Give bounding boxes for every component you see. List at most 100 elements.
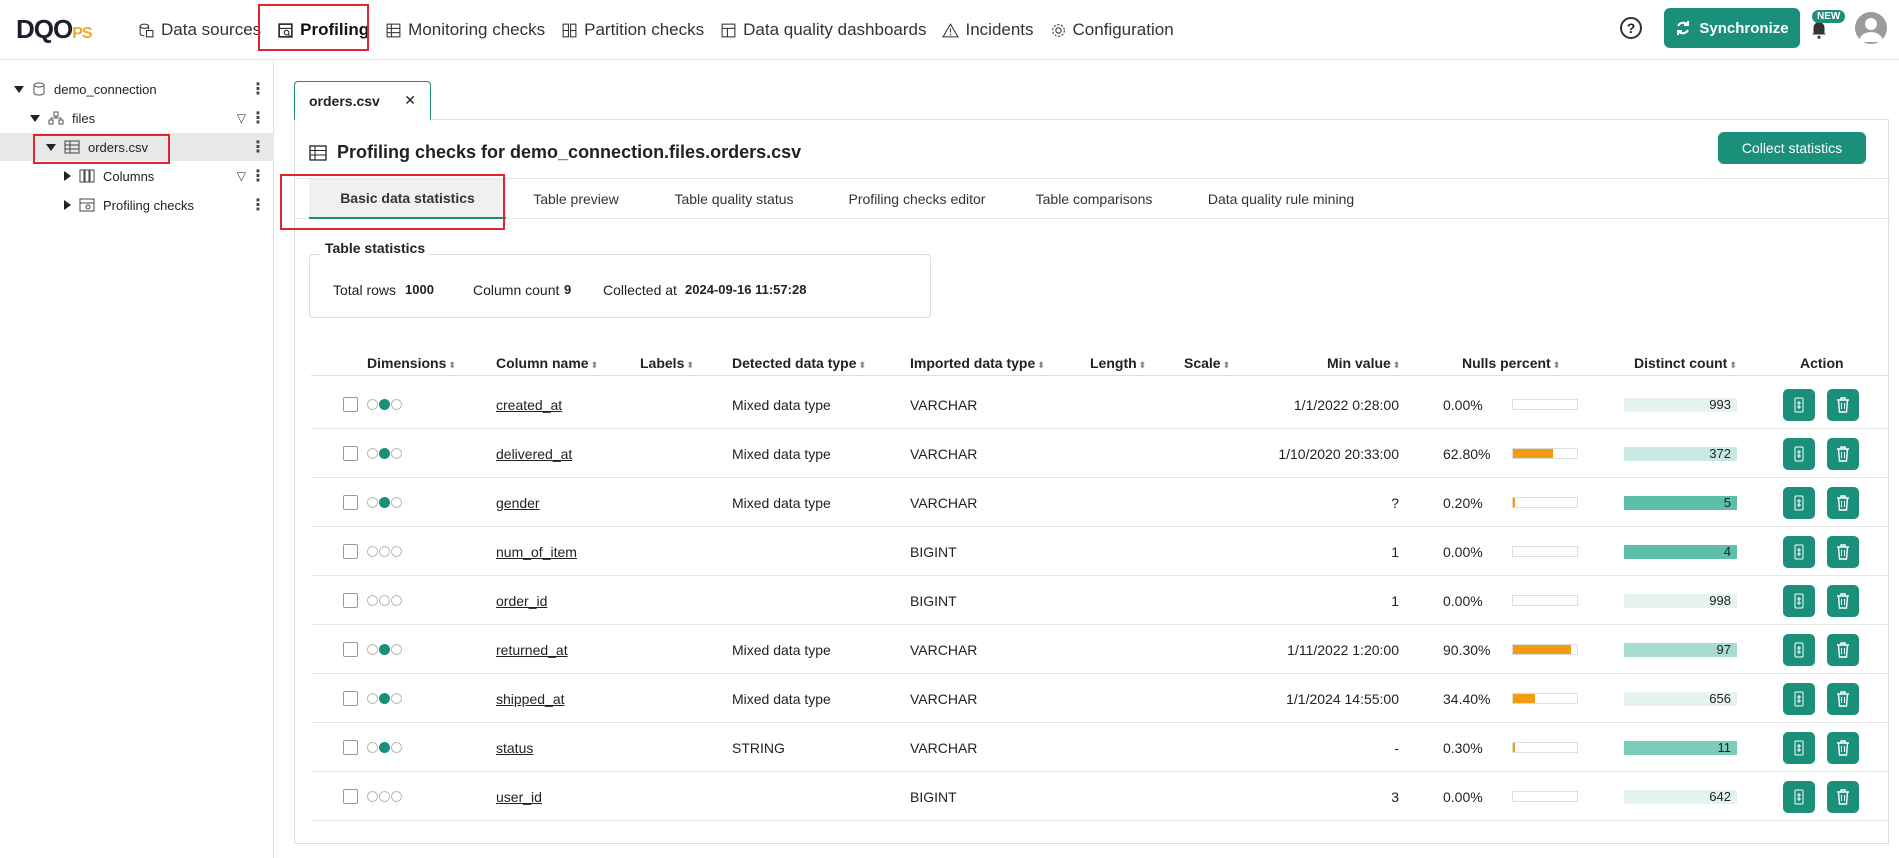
delete-column-button[interactable] bbox=[1827, 437, 1859, 470]
col-header-distinct-count[interactable]: Distinct count ⬍ bbox=[1634, 355, 1737, 371]
row-checkbox[interactable] bbox=[343, 625, 358, 674]
dimensions-indicator bbox=[367, 478, 403, 527]
nav-monitoring-checks[interactable]: Monitoring checks bbox=[377, 6, 553, 54]
tab-table-comparisons[interactable]: Table comparisons bbox=[1012, 179, 1176, 219]
dimension-dot bbox=[379, 791, 390, 802]
kebab-icon[interactable]: ⋮ bbox=[250, 137, 266, 157]
trash-icon bbox=[1837, 690, 1849, 707]
column-name-link[interactable]: delivered_at bbox=[496, 446, 572, 462]
row-checkbox[interactable] bbox=[343, 576, 358, 625]
row-checkbox[interactable] bbox=[343, 478, 358, 527]
edit-column-checks-button[interactable] bbox=[1783, 486, 1815, 519]
nav-data-sources[interactable]: Data sources bbox=[130, 6, 269, 54]
column-name-link[interactable]: created_at bbox=[496, 397, 562, 413]
distinct-count: 642 bbox=[1624, 772, 1737, 821]
edit-column-checks-button[interactable] bbox=[1783, 682, 1815, 715]
column-name-link[interactable]: gender bbox=[496, 495, 540, 511]
edit-column-checks-button[interactable] bbox=[1783, 437, 1815, 470]
checks-icon bbox=[1794, 544, 1804, 559]
nav-incidents[interactable]: Incidents bbox=[934, 6, 1041, 54]
edit-column-checks-button[interactable] bbox=[1783, 535, 1815, 568]
checks-icon bbox=[1794, 446, 1804, 461]
column-name-link[interactable]: status bbox=[496, 740, 533, 756]
expand-icon[interactable] bbox=[64, 171, 71, 181]
tab-profiling-checks-editor[interactable]: Profiling checks editor bbox=[822, 179, 1012, 219]
tree-item-schema[interactable]: files ▽ ⋮ bbox=[0, 104, 274, 132]
tab-data-quality-rule-mining[interactable]: Data quality rule mining bbox=[1176, 179, 1386, 219]
avatar[interactable] bbox=[1855, 12, 1887, 44]
collect-statistics-button[interactable]: Collect statistics bbox=[1718, 132, 1866, 164]
expand-icon[interactable] bbox=[14, 85, 24, 93]
table-row: user_id BIGINT 3 0.00% 642 bbox=[311, 772, 1889, 821]
tree-item-columns[interactable]: Columns ▽ ⋮ bbox=[0, 162, 274, 190]
row-checkbox[interactable] bbox=[343, 772, 358, 821]
column-name-link[interactable]: shipped_at bbox=[496, 691, 565, 707]
col-header-column-name[interactable]: Column name ⬍ bbox=[496, 355, 598, 371]
col-header-scale[interactable]: Scale ⬍ bbox=[1184, 355, 1230, 371]
delete-column-button[interactable] bbox=[1827, 731, 1859, 764]
row-checkbox[interactable] bbox=[343, 674, 358, 723]
table-row: num_of_item BIGINT 1 0.00% 4 bbox=[311, 527, 1889, 576]
col-header-nulls-percent[interactable]: Nulls percent ⬍ bbox=[1462, 355, 1560, 371]
dimension-dot bbox=[367, 742, 378, 753]
tree-item-profiling-checks[interactable]: Profiling checks ⋮ bbox=[0, 191, 274, 219]
column-name-link[interactable]: order_id bbox=[496, 593, 547, 609]
synchronize-button[interactable]: Synchronize bbox=[1664, 8, 1800, 48]
row-checkbox[interactable] bbox=[343, 723, 358, 772]
col-header-length[interactable]: Length ⬍ bbox=[1090, 355, 1146, 371]
close-icon[interactable]: ✕ bbox=[404, 92, 416, 109]
kebab-icon[interactable]: ⋮ bbox=[250, 79, 266, 99]
dimension-dot bbox=[379, 693, 390, 704]
checks-icon bbox=[1794, 495, 1804, 510]
trash-icon bbox=[1837, 396, 1849, 413]
edit-column-checks-button[interactable] bbox=[1783, 388, 1815, 421]
delete-column-button[interactable] bbox=[1827, 780, 1859, 813]
delete-column-button[interactable] bbox=[1827, 486, 1859, 519]
filter-icon[interactable]: ▽ bbox=[237, 169, 246, 183]
col-header-dimensions[interactable]: Dimensions ⬍ bbox=[367, 355, 456, 371]
delete-column-button[interactable] bbox=[1827, 682, 1859, 715]
expand-icon[interactable] bbox=[30, 114, 40, 122]
kebab-icon[interactable]: ⋮ bbox=[250, 108, 266, 128]
dqops-logo[interactable]: DQOPS bbox=[16, 14, 93, 45]
nav-configuration[interactable]: Configuration bbox=[1042, 6, 1182, 54]
nav-label: Configuration bbox=[1072, 20, 1174, 39]
col-header-min-value[interactable]: Min value ⬍ bbox=[1327, 355, 1400, 371]
expand-icon[interactable] bbox=[64, 200, 71, 210]
detected-type: Mixed data type bbox=[732, 445, 831, 462]
help-icon[interactable]: ? bbox=[1620, 17, 1642, 39]
column-name-link[interactable]: num_of_item bbox=[496, 544, 577, 560]
nav-data-quality-dashboards[interactable]: Data quality dashboards bbox=[712, 6, 934, 54]
col-header-labels[interactable]: Labels ⬍ bbox=[640, 355, 694, 371]
delete-column-button[interactable] bbox=[1827, 584, 1859, 617]
tab-table-preview[interactable]: Table preview bbox=[506, 179, 646, 219]
column-count-value: 9 bbox=[564, 282, 572, 297]
edit-column-checks-button[interactable] bbox=[1783, 584, 1815, 617]
edit-column-checks-button[interactable] bbox=[1783, 780, 1815, 813]
dashboard-icon bbox=[721, 23, 736, 37]
column-name-link[interactable]: user_id bbox=[496, 789, 542, 805]
edit-column-checks-button[interactable] bbox=[1783, 633, 1815, 666]
tree-item-connection[interactable]: demo_connection ⋮ bbox=[0, 75, 274, 103]
row-checkbox[interactable] bbox=[343, 527, 358, 576]
delete-column-button[interactable] bbox=[1827, 535, 1859, 568]
col-header-imported-type[interactable]: Imported data type ⬍ bbox=[910, 355, 1045, 371]
table-row: status STRING VARCHAR - 0.30% 11 bbox=[311, 723, 1889, 772]
edit-column-checks-button[interactable] bbox=[1783, 731, 1815, 764]
filter-icon[interactable]: ▽ bbox=[237, 111, 246, 125]
nulls-bar-fill bbox=[1513, 498, 1515, 507]
tab-orders-csv[interactable]: orders.csv ✕ bbox=[294, 81, 431, 121]
tab-table-quality-status[interactable]: Table quality status bbox=[646, 179, 822, 219]
checks-icon bbox=[1794, 740, 1804, 755]
col-header-detected-type[interactable]: Detected data type ⬍ bbox=[732, 355, 866, 371]
dimension-dot bbox=[379, 546, 390, 557]
delete-column-button[interactable] bbox=[1827, 388, 1859, 421]
kebab-icon[interactable]: ⋮ bbox=[250, 166, 266, 186]
min-value: - bbox=[1394, 739, 1399, 756]
kebab-icon[interactable]: ⋮ bbox=[250, 195, 266, 215]
row-checkbox[interactable] bbox=[343, 380, 358, 429]
column-name-link[interactable]: returned_at bbox=[496, 642, 568, 658]
nav-partition-checks[interactable]: Partition checks bbox=[553, 6, 712, 54]
row-checkbox[interactable] bbox=[343, 429, 358, 478]
delete-column-button[interactable] bbox=[1827, 633, 1859, 666]
